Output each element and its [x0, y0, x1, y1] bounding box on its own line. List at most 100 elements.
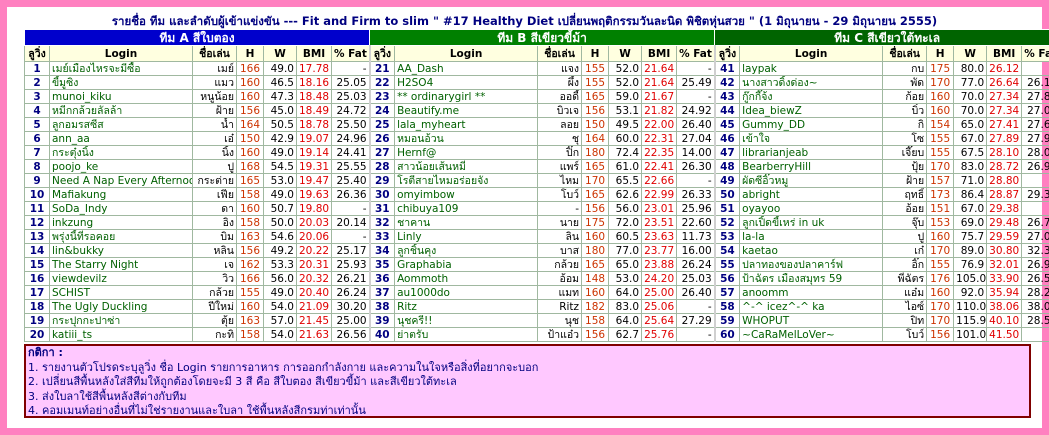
login-name: นางสาวดิ้งด่อง~	[739, 75, 884, 90]
row-number: 35	[369, 257, 396, 272]
bmi: 19.31	[296, 159, 332, 174]
body-fat: 25.55	[330, 159, 371, 174]
login-name: munoi_kiku	[49, 89, 193, 104]
row-number: 42	[714, 75, 741, 90]
body-fat: 11.73	[676, 229, 716, 244]
bmi: 23.77	[641, 243, 678, 258]
height: 160	[581, 285, 610, 300]
row-number: 54	[714, 243, 741, 258]
login-name: The Starry Night	[49, 257, 193, 272]
nickname: ลอย	[537, 117, 583, 132]
bmi: 23.51	[641, 215, 678, 230]
height: 168	[236, 159, 264, 174]
row-number: 29	[369, 173, 396, 188]
height: 164	[581, 131, 610, 146]
body-fat: 26.79	[1021, 215, 1049, 230]
nickname: ฝ้าย	[882, 173, 928, 188]
rule-3: 3. ส่งใบลาใช้สีพื้นหลังสีต่างกับทีม	[28, 389, 187, 403]
height: 156	[581, 103, 610, 118]
body-fat: 24.72	[330, 103, 371, 118]
row-number: 2	[24, 75, 50, 90]
table-row: 12 inkzung อิง 158 50.0 20.03 20.14 32 ชาคาน นาย 1…	[24, 215, 1049, 230]
height: 170	[926, 75, 955, 90]
login-name: ขี้มูซิง	[49, 75, 193, 90]
body-fat: 26.53	[1021, 271, 1049, 286]
nickname: ก้อย	[882, 89, 928, 104]
height: 170	[926, 243, 955, 258]
height: 155	[926, 257, 955, 272]
weight: 67.0	[953, 131, 988, 146]
bmi: 17.78	[296, 61, 332, 76]
row-number: 52	[714, 215, 741, 230]
weight: 70.0	[953, 89, 988, 104]
row-number: 13	[24, 229, 50, 244]
height: 155	[926, 131, 955, 146]
height: 156	[581, 327, 610, 342]
row-number: 14	[24, 243, 50, 258]
weight: 56.0	[263, 271, 297, 286]
row-number: 38	[369, 299, 396, 314]
weight: 101.0	[953, 327, 988, 342]
weight: 52.0	[608, 75, 643, 90]
nickname: กระต่าย	[192, 173, 237, 188]
row-number: 22	[369, 75, 396, 90]
row-number: 10	[24, 187, 50, 202]
bmi: 38.06	[986, 299, 1023, 314]
weight: 54.5	[263, 159, 297, 174]
row-number: 30	[369, 187, 396, 202]
height: 175	[926, 61, 955, 76]
nickname: อิง	[192, 215, 237, 230]
body-fat: 26.40	[676, 117, 716, 132]
login-name: SCHIST	[49, 285, 193, 300]
column-header: H	[581, 45, 610, 62]
row-number: 36	[369, 271, 396, 286]
bmi: 22.00	[641, 117, 678, 132]
nickname: บาส	[537, 243, 583, 258]
body-fat: 29.38	[1021, 187, 1049, 202]
nickname: เก๋	[882, 243, 928, 258]
bmi: 25.76	[641, 327, 678, 342]
table-row: 2 ขี้มูซิง แมว 160 46.5 18.16 25.05 22 H2SO4 ผึ้ง…	[24, 75, 1049, 90]
table-row: 1 เมย์เมืองไหรจะมีซื้อ เมย์ 166 49.0 17.78-21…	[24, 61, 1049, 76]
nickname: ผึ้ง	[537, 75, 583, 90]
body-fat: -	[330, 201, 371, 216]
login-name: lala_myheart	[394, 117, 539, 132]
login-name: au1000do	[394, 285, 539, 300]
weight: 65.0	[953, 117, 988, 132]
bmi: 21.45	[296, 313, 332, 328]
rules-caption: กติกา :	[28, 346, 63, 359]
nickname: Ritz	[537, 299, 583, 314]
login-name: สาวน้อยเส้นหมี่	[394, 159, 539, 174]
body-fat: 25.05	[330, 75, 371, 90]
column-header: W	[953, 45, 988, 62]
weight: 54.0	[263, 299, 297, 314]
weight: 52.0	[608, 61, 643, 76]
row-number: 23	[369, 89, 396, 104]
body-fat: 25.50	[330, 117, 371, 132]
nickname: ฤทธิ์	[882, 187, 928, 202]
bmi: 29.38	[986, 201, 1023, 216]
bmi: 19.47	[296, 173, 332, 188]
row-number: 49	[714, 173, 741, 188]
bmi: 21.67	[641, 89, 678, 104]
nickname: แมว	[192, 75, 237, 90]
height: 173	[926, 187, 955, 202]
weight: 61.0	[608, 159, 643, 174]
body-fat: 25.03	[330, 89, 371, 104]
team-header: ทีม A สีใบตอง	[23, 29, 371, 46]
login-name: lin&bukky	[49, 243, 193, 258]
nickname: น้ำ	[192, 117, 237, 132]
login-name: Graphabia	[394, 257, 539, 272]
height: 170	[581, 173, 610, 188]
weight: 53.0	[608, 271, 643, 286]
nickname: บิ๋ว	[882, 103, 928, 118]
body-fat: 27.07	[1021, 103, 1049, 118]
height: 155	[581, 61, 610, 76]
bmi: 18.78	[296, 117, 332, 132]
height: 162	[236, 257, 264, 272]
login-name: Aommoth	[394, 271, 539, 286]
bmi: 35.94	[986, 285, 1023, 300]
bmi: 22.41	[641, 159, 678, 174]
bmi: 26.12	[986, 61, 1023, 76]
weight: 89.0	[953, 243, 988, 258]
